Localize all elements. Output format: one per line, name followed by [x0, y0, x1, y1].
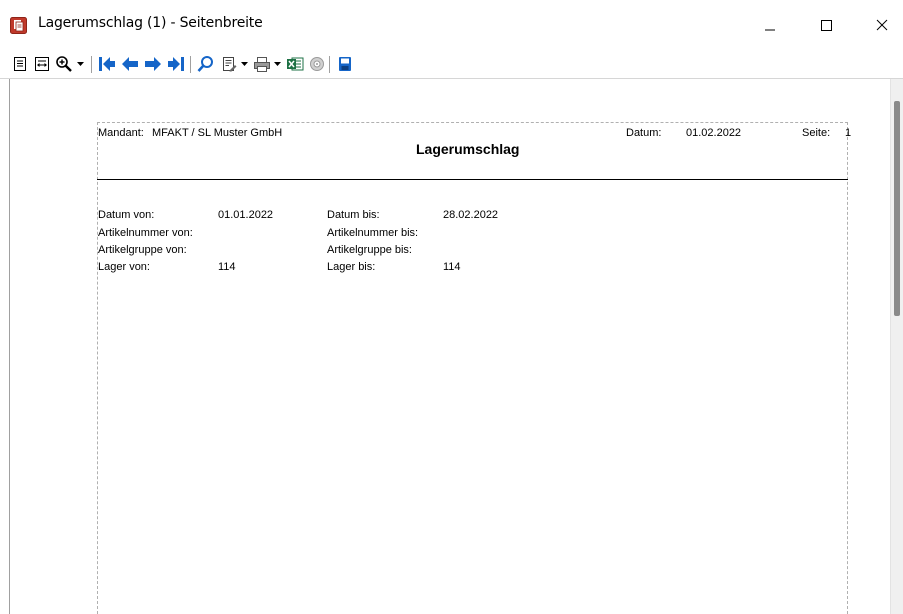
datum-bis-value: 28.02.2022: [443, 209, 499, 221]
export-dropdown-button[interactable]: [239, 54, 249, 74]
chevron-down-icon: [240, 62, 248, 66]
maximize-button[interactable]: [796, 0, 856, 50]
mandant-value: MFAKT / SL Muster GmbH: [152, 127, 283, 139]
single-page-icon: [14, 57, 26, 71]
report-title: Lagerumschlag: [416, 141, 520, 157]
minimize-icon: [765, 29, 775, 31]
report-page: [97, 122, 848, 614]
window-title: Lagerumschlag (1) - Seitenbreite: [38, 15, 263, 31]
save-button[interactable]: [335, 54, 355, 74]
single-page-button[interactable]: [10, 54, 30, 74]
datum-von-value: 01.01.2022: [218, 209, 274, 221]
lager-von-value: 114: [218, 261, 236, 273]
page-width-icon: [35, 57, 49, 71]
excel-export-button[interactable]: [285, 54, 305, 74]
vertical-scrollbar[interactable]: [890, 79, 903, 614]
zoom-dropdown-button[interactable]: [75, 54, 85, 74]
previous-page-button[interactable]: [120, 54, 140, 74]
artikelgruppe-bis-label: Artikelgruppe bis:: [327, 244, 412, 256]
minimize-button[interactable]: [740, 0, 800, 50]
toolbar-separator: [91, 56, 92, 73]
first-page-icon: [99, 57, 115, 71]
search-icon: [197, 56, 213, 72]
report-app-icon: [10, 17, 27, 34]
artikelnummer-von-label: Artikelnummer von:: [98, 227, 193, 239]
search-button[interactable]: [196, 54, 216, 74]
header-divider: [97, 179, 848, 180]
scrollbar-thumb[interactable]: [894, 101, 900, 316]
lager-bis-label: Lager bis:: [327, 261, 376, 273]
next-page-button[interactable]: [143, 54, 163, 74]
preview-frame-border: [9, 79, 10, 614]
last-page-icon: [168, 57, 184, 71]
chevron-down-icon: [273, 62, 281, 66]
toolbar-separator: [190, 56, 191, 73]
save-icon: [339, 57, 351, 71]
disc-button[interactable]: [307, 54, 327, 74]
maximize-icon: [821, 20, 832, 31]
datum-label: Datum:: [626, 127, 662, 139]
close-button[interactable]: [852, 0, 903, 50]
chevron-down-icon: [76, 62, 84, 66]
print-dropdown-button[interactable]: [272, 54, 282, 74]
zoom-icon: [56, 56, 72, 72]
previous-page-icon: [122, 57, 138, 71]
datum-value: 01.02.2022: [686, 127, 742, 139]
export-button[interactable]: [219, 54, 239, 74]
lager-bis-value: 114: [443, 261, 461, 273]
page-width-button[interactable]: [32, 54, 52, 74]
next-page-icon: [145, 57, 161, 71]
print-button[interactable]: [252, 54, 272, 74]
title-bar: Lagerumschlag (1) - Seitenbreite: [0, 0, 903, 50]
seite-label: Seite:: [802, 127, 831, 139]
toolbar: [0, 50, 903, 79]
zoom-button[interactable]: [54, 54, 74, 74]
artikelnummer-bis-label: Artikelnummer bis:: [327, 227, 419, 239]
datum-von-label: Datum von:: [98, 209, 155, 221]
print-icon: [254, 57, 270, 72]
disc-icon: [310, 57, 324, 71]
excel-icon: [287, 57, 304, 71]
datum-bis-label: Datum bis:: [327, 209, 380, 221]
toolbar-separator: [329, 56, 330, 73]
first-page-button[interactable]: [97, 54, 117, 74]
artikelgruppe-von-label: Artikelgruppe von:: [98, 244, 187, 256]
mandant-label: Mandant:: [98, 127, 144, 139]
seite-value: 1: [845, 127, 852, 139]
export-icon: [223, 57, 237, 72]
close-icon: [876, 19, 888, 31]
last-page-button[interactable]: [166, 54, 186, 74]
lager-von-label: Lager von:: [98, 261, 150, 273]
